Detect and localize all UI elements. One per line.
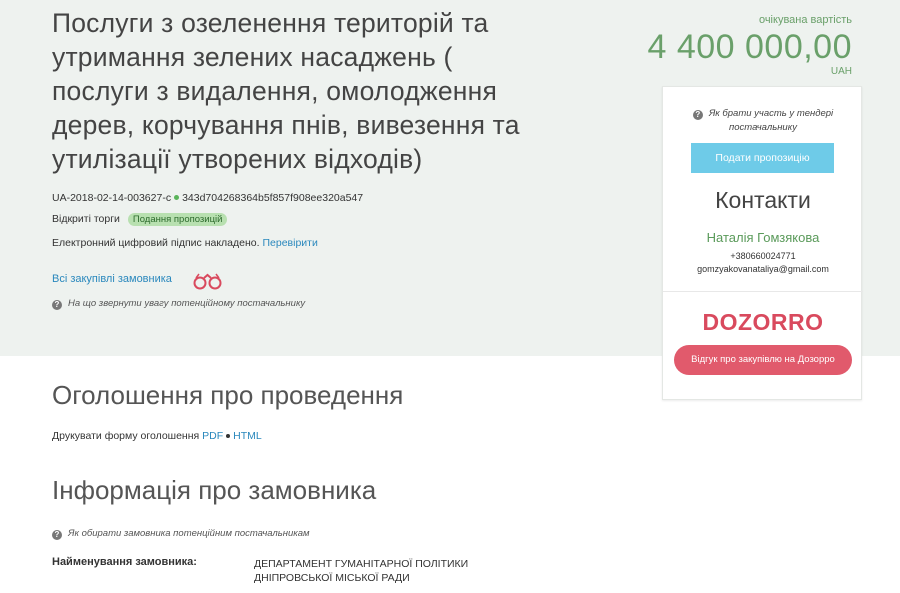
expected-value-label: очікувана вартість (758, 14, 852, 26)
tender-hash: 343d704268364b5f857f908ee320a547 (182, 192, 364, 204)
contact-phone: +380660024771 (730, 251, 796, 261)
print-form-line: Друкувати форму оголошення PDF HTML (52, 430, 262, 442)
customer-hint-text: Як обирати замовника потенційним постача… (68, 528, 310, 539)
question-icon: ? (52, 530, 62, 540)
print-form-label: Друкувати форму оголошення (52, 430, 200, 442)
procedure-type: Відкриті торги (52, 213, 120, 225)
tender-title: Послуги з озеленення територій та утрима… (52, 8, 520, 174)
announcement-heading: Оголошення про проведення (52, 380, 404, 410)
expected-value-amount: 4 400 000,00 (647, 28, 852, 66)
currency-label: UAH (830, 66, 852, 77)
panel-divider (663, 291, 863, 292)
dozorro-review-button[interactable]: Відгук про закупівлю на Дозорро (674, 345, 852, 375)
all-purchases-link[interactable]: Всі закупівлі замовника (52, 273, 172, 285)
customer-name-value: ДЕПАРТАМЕНТ ГУМАНІТАРНОЇ ПОЛІТИКИ ДНІПРО… (254, 558, 469, 584)
contacts-heading: Контакти (715, 187, 811, 213)
participation-panel: ? Як брати участь у тендері постачальнику… (662, 86, 863, 400)
how-to-participate-text: Як брати участь у тендері постачальнику (708, 108, 834, 133)
question-icon: ? (52, 300, 62, 310)
dot-separator (226, 433, 231, 438)
submit-proposal-button[interactable]: Подати пропозицію (691, 143, 834, 173)
binoculars-icon[interactable] (192, 272, 224, 295)
verify-link[interactable]: Перевірити (262, 237, 317, 249)
status-badge: Подання пропозицій (127, 213, 228, 226)
dozorro-logo: DOZORRO (702, 309, 824, 335)
tender-id-line: UA-2018-02-14-003627-c 343d704268364b5f85… (52, 192, 363, 204)
question-icon: ? (692, 110, 703, 120)
how-to-participate-hint[interactable]: ? Як брати участь у тендері постачальнику (673, 107, 853, 135)
dot-separator (174, 195, 180, 201)
html-link[interactable]: HTML (233, 430, 262, 442)
signature-text: Електронний цифровий підпис накладено. (52, 237, 260, 249)
pdf-link[interactable]: PDF (202, 430, 223, 442)
customer-hint[interactable]: ? Як обирати замовника потенційним постач… (52, 528, 310, 540)
attention-hint[interactable]: ? На що звернути увагу потенційному поста… (52, 298, 305, 310)
attention-hint-text: На що звернути увагу потенційному постач… (68, 298, 306, 309)
tender-id: UA-2018-02-14-003627-c (52, 192, 172, 204)
signature-line: Електронний цифровий підпис накладено. П… (52, 237, 318, 249)
customer-info-heading: Інформація про замовника (52, 475, 377, 505)
customer-name-label: Найменування замовника: (52, 556, 197, 568)
procedure-line: Відкриті торги Подання пропозицій (52, 213, 228, 226)
contact-name: Наталія Гомзякова (706, 230, 820, 245)
contact-email: gomzyakovanataliya@gmail.com (697, 264, 829, 274)
